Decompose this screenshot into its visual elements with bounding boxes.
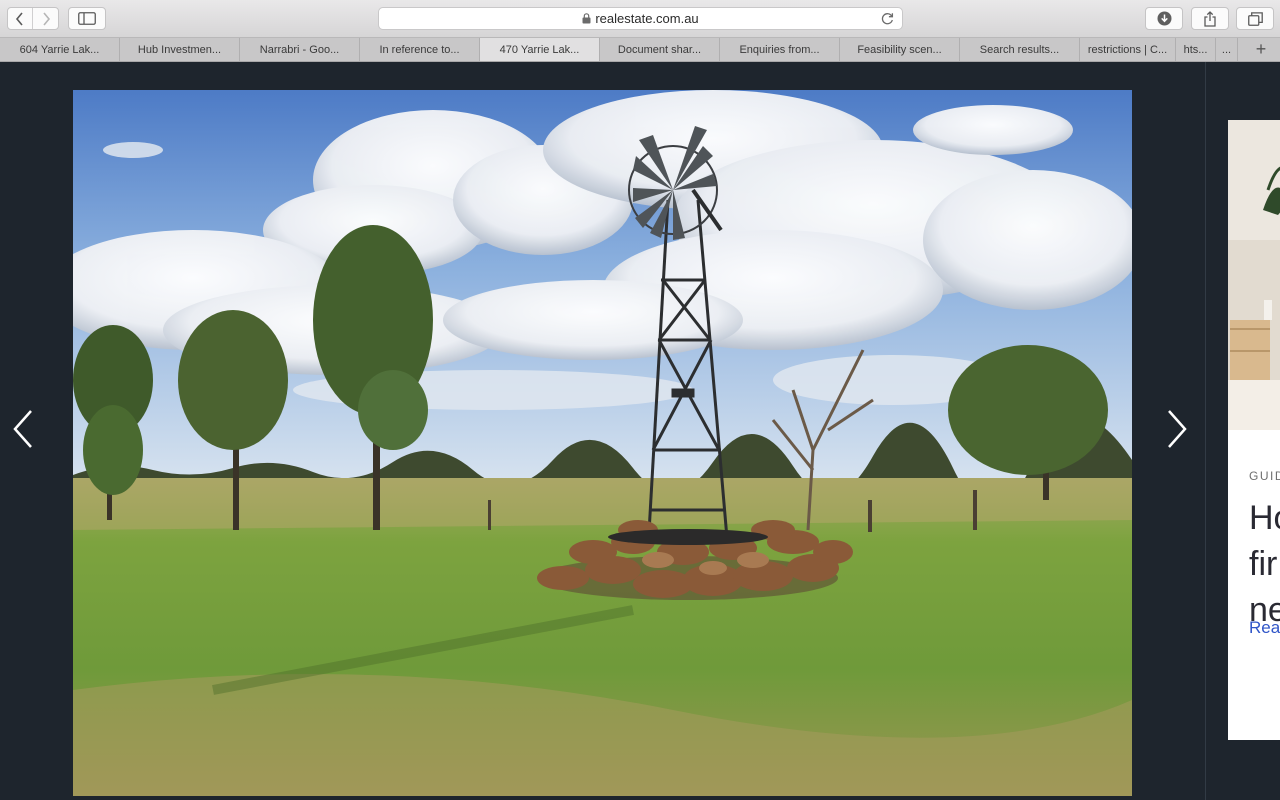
chevron-left-icon — [15, 11, 23, 26]
tab-11[interactable]: hts... — [1176, 38, 1216, 61]
lock-icon — [582, 13, 591, 24]
share-icon — [1204, 10, 1216, 27]
tab-label: In reference to... — [379, 43, 460, 56]
browser-toolbar: realestate.com.au — [0, 0, 1280, 38]
tab-label: 604 Yarrie Lak... — [19, 43, 100, 56]
article-title-line: fir — [1249, 545, 1278, 583]
tab-label: 470 Yarrie Lak... — [499, 43, 580, 56]
tab-10[interactable]: restrictions | C... — [1080, 38, 1176, 61]
back-forward-group — [7, 7, 59, 30]
next-photo-button[interactable] — [1162, 408, 1192, 450]
tab-5-active[interactable]: 470 Yarrie Lak... — [480, 38, 600, 61]
tab-1[interactable]: 604 Yarrie Lak... — [0, 38, 120, 61]
tab-9[interactable]: Search results... — [960, 38, 1080, 61]
read-more-link[interactable]: Reac — [1249, 618, 1280, 638]
plus-icon: + — [1255, 39, 1267, 59]
interior-photo — [1228, 120, 1280, 430]
tab-3[interactable]: Narrabri - Goo... — [240, 38, 360, 61]
article-title: Ho fir ne — [1249, 495, 1280, 633]
chevron-right-icon — [1168, 410, 1187, 448]
tab-4[interactable]: In reference to... — [360, 38, 480, 61]
sidebar-icon — [78, 12, 96, 25]
tab-bar: 604 Yarrie Lak... Hub Investmen... Narra… — [0, 38, 1280, 62]
chevron-left-icon — [13, 410, 32, 448]
tab-label: Narrabri - Goo... — [259, 43, 340, 56]
tab-7[interactable]: Enquiries from... — [720, 38, 840, 61]
new-tab-button[interactable]: + — [1242, 38, 1280, 61]
tab-12[interactable]: ... — [1216, 38, 1238, 61]
downloads-button[interactable] — [1145, 7, 1183, 30]
photo-gallery — [0, 62, 1206, 800]
tab-label: ... — [1221, 43, 1232, 56]
article-title-line: Ho — [1249, 499, 1280, 537]
property-photo — [73, 90, 1132, 796]
tab-6[interactable]: Document shar... — [600, 38, 720, 61]
tab-label: Hub Investmen... — [137, 43, 222, 56]
share-button[interactable] — [1191, 7, 1229, 30]
sidebar-toggle-button[interactable] — [68, 7, 106, 30]
tab-8[interactable]: Feasibility scen... — [840, 38, 960, 61]
article-card[interactable]: GUID Ho fir ne Reac — [1228, 120, 1280, 740]
page-content: GUID Ho fir ne Reac — [0, 62, 1280, 800]
address-text: realestate.com.au — [595, 11, 699, 26]
tab-label: Enquiries from... — [739, 43, 820, 56]
previous-photo-button[interactable] — [8, 408, 38, 450]
windmill-paddock-image — [73, 90, 1132, 796]
tab-label: restrictions | C... — [1087, 43, 1168, 56]
chevron-right-icon — [42, 11, 50, 26]
reload-icon[interactable] — [881, 12, 894, 25]
tab-label: Feasibility scen... — [857, 43, 942, 56]
download-icon — [1157, 11, 1171, 26]
article-kicker: GUID — [1249, 469, 1280, 483]
address-bar[interactable]: realestate.com.au — [378, 7, 903, 30]
tab-label: Search results... — [979, 43, 1060, 56]
tab-2[interactable]: Hub Investmen... — [120, 38, 240, 61]
tab-overview-button[interactable] — [1236, 7, 1274, 30]
tab-label: Document shar... — [617, 43, 702, 56]
forward-button[interactable] — [33, 8, 58, 29]
tab-label: hts... — [1183, 43, 1208, 56]
back-button[interactable] — [8, 8, 34, 29]
tab-overview-icon — [1247, 11, 1263, 26]
article-image — [1228, 120, 1280, 430]
